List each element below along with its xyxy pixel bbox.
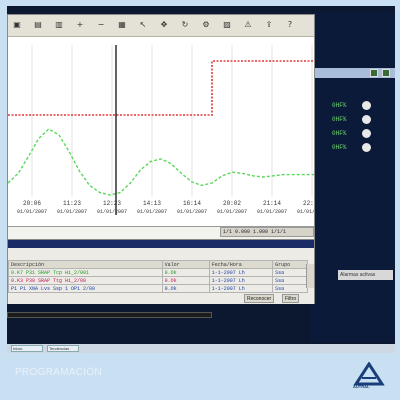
event-table: Descripción Valor Fecha/Hora Grupo 0.K7 … bbox=[8, 260, 308, 293]
x-tick-label: 16:14 bbox=[183, 200, 201, 207]
event-panel-titlebar bbox=[8, 240, 314, 248]
event-group: Ssa bbox=[272, 276, 308, 285]
event-description: 0.K3 P30 SRAP Ttg Hi_2/00 bbox=[8, 276, 163, 285]
x-tick-label: 21:14 bbox=[263, 200, 281, 207]
x-tick-date: 01/01/2007 bbox=[257, 209, 287, 215]
event-scrollbar[interactable] bbox=[306, 264, 314, 288]
scada-note: Alarmas activas bbox=[338, 270, 393, 280]
table-row[interactable]: 0.K3 P30 SRAP Ttg Hi_2/00 0.Ok 1-1-2007 … bbox=[8, 276, 308, 285]
save-icon[interactable]: ▣ bbox=[12, 20, 22, 30]
status-bar: 1/1 0.000 1.000 1/1/1 bbox=[220, 227, 314, 237]
cursor-icon[interactable]: ↖ bbox=[138, 20, 148, 30]
chart-icon[interactable]: ▨ bbox=[222, 20, 232, 30]
event-table-header: Descripción Valor Fecha/Hora Grupo bbox=[8, 260, 308, 269]
column-header[interactable]: Fecha/Hora bbox=[208, 260, 274, 269]
x-tick-date: 01/01/2007 bbox=[57, 209, 87, 215]
minimize-icon[interactable] bbox=[370, 69, 378, 77]
open-icon[interactable]: ▤ bbox=[33, 20, 43, 30]
table-row[interactable]: P1 P1 XNA Lvs Ssp 1 OP1 2/00 0.Ok 1-1-20… bbox=[8, 284, 308, 293]
event-description: 0.K7 P31 SRAP Tcp Hi_2/001 bbox=[8, 268, 163, 277]
event-time: 1-1-2007 Lh bbox=[208, 284, 274, 293]
series-line-red bbox=[8, 60, 314, 116]
event-group: Ssa bbox=[272, 268, 308, 277]
event-description: P1 P1 XNA Lvs Ssp 1 OP1 2/00 bbox=[8, 284, 163, 293]
series-line-green bbox=[8, 128, 314, 196]
x-tick-label: 12:23 bbox=[103, 200, 121, 207]
event-time: 1-1-2007 Lh bbox=[208, 276, 274, 285]
pan-icon[interactable]: ✥ bbox=[159, 20, 169, 30]
zoom-in-icon[interactable]: + bbox=[75, 20, 85, 30]
print-icon[interactable]: ▥ bbox=[54, 20, 64, 30]
event-value: 0.Ok bbox=[161, 284, 210, 293]
logo-text: AUTRAL bbox=[353, 384, 370, 389]
filter-button[interactable]: Filtro bbox=[282, 294, 300, 303]
trend-chart[interactable]: 20:06 01/01/2007 11:23 01/01/2007 12:23 01/01… bbox=[8, 37, 314, 227]
x-tick-date: 01/01/2007 bbox=[17, 209, 47, 215]
status-lamp-icon[interactable] bbox=[362, 101, 371, 110]
help-icon[interactable]: ? bbox=[285, 20, 295, 30]
x-tick-label: 22:10 bbox=[303, 200, 314, 207]
x-tick-label: 11:23 bbox=[63, 200, 81, 207]
x-tick-label: 20:06 bbox=[23, 200, 41, 207]
x-tick-date: 01/01/2007 bbox=[297, 209, 314, 215]
refresh-icon[interactable]: ↻ bbox=[180, 20, 190, 30]
x-tick-label: 14:13 bbox=[143, 200, 161, 207]
settings-icon[interactable]: ⚙ bbox=[201, 20, 211, 30]
x-tick-label: 20:02 bbox=[223, 200, 241, 207]
export-icon[interactable]: ⇪ bbox=[264, 20, 274, 30]
status-lamp-icon[interactable] bbox=[362, 143, 371, 152]
trend-chart-svg: 20:06 01/01/2007 11:23 01/01/2007 12:23 01/01… bbox=[8, 45, 314, 215]
taskbar-item[interactable]: Tendencias bbox=[47, 345, 79, 352]
presentation-card: 0HF% 0HF% 0HF% 0HF% Alarmas activas ▣ ▤ ▥ +… bbox=[0, 0, 400, 400]
x-tick-date: 01/01/2007 bbox=[97, 209, 127, 215]
event-group: Ssa bbox=[272, 284, 308, 293]
close-icon[interactable] bbox=[382, 69, 390, 77]
x-tick-date: 01/01/2007 bbox=[217, 209, 247, 215]
x-tick-date: 01/01/2007 bbox=[177, 209, 207, 215]
zoom-out-icon[interactable]: − bbox=[96, 20, 106, 30]
status-lamp-icon[interactable] bbox=[362, 129, 371, 138]
event-value: 0.Ok bbox=[161, 268, 210, 277]
command-line[interactable] bbox=[7, 312, 212, 318]
column-header[interactable]: Grupo bbox=[272, 260, 308, 269]
taskbar: Inicio Tendencias bbox=[7, 344, 395, 353]
event-time: 1-1-2007 Lh bbox=[208, 268, 274, 277]
scada-value: 0HF% bbox=[332, 130, 347, 137]
column-header[interactable]: Valor bbox=[161, 260, 210, 269]
acknowledge-button[interactable]: Reconocer bbox=[244, 294, 275, 303]
table-row[interactable]: 0.K7 P31 SRAP Tcp Hi_2/001 0.Ok 1-1-2007… bbox=[8, 268, 308, 277]
status-lamp-icon[interactable] bbox=[362, 115, 371, 124]
column-header[interactable]: Descripción bbox=[8, 260, 163, 269]
alarm-icon[interactable]: ⚠ bbox=[243, 20, 253, 30]
scada-panel: 0HF% 0HF% 0HF% 0HF% Alarmas activas bbox=[310, 12, 395, 342]
event-value: 0.Ok bbox=[161, 276, 210, 285]
scada-value: 0HF% bbox=[332, 116, 347, 123]
scada-value: 0HF% bbox=[332, 102, 347, 109]
section-label: PROGRAMACIÓN bbox=[15, 367, 102, 378]
grid-icon[interactable]: ▦ bbox=[117, 20, 127, 30]
taskbar-item[interactable]: Inicio bbox=[11, 345, 43, 352]
scada-titlebar bbox=[310, 68, 395, 78]
x-tick-date: 01/01/2007 bbox=[137, 209, 167, 215]
scada-value: 0HF% bbox=[332, 144, 347, 151]
event-panel: Descripción Valor Fecha/Hora Grupo 0.K7 … bbox=[8, 239, 314, 304]
trend-window: ▣ ▤ ▥ + − ▦ ↖ ✥ ↻ ⚙ ▨ ⚠ ⇪? 20:06 01/01/2007 11:23 01/01… bbox=[7, 14, 315, 304]
toolbar: ▣ ▤ ▥ + − ▦ ↖ ✥ ↻ ⚙ ▨ ⚠ ⇪? bbox=[8, 15, 314, 37]
